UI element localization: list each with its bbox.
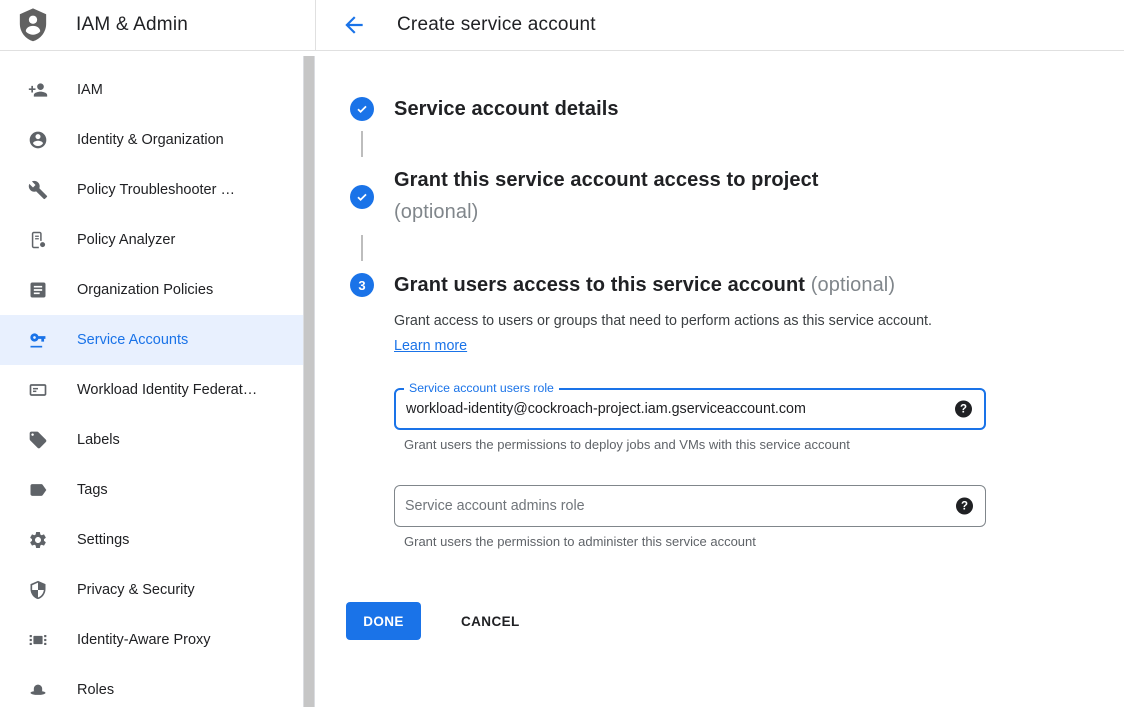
header-product-section: IAM & Admin	[0, 0, 316, 50]
sidebar-scrollbar[interactable]	[303, 56, 315, 707]
admins-role-helper-text: Grant users the permission to administer…	[404, 534, 756, 549]
step3-number: 3	[358, 278, 365, 293]
step3-title: Grant users access to this service accou…	[394, 269, 1094, 301]
back-arrow-icon[interactable]	[341, 12, 367, 38]
step2-title-text: Grant this service account access to pro…	[394, 169, 819, 191]
sidebar-item-workload-identity-federation[interactable]: Workload Identity Federat…	[0, 365, 303, 415]
sidebar-item-labels[interactable]: Labels	[0, 415, 303, 465]
sidebar-item-tags[interactable]: Tags	[0, 465, 303, 515]
sidebar-item-label: Service Accounts	[77, 332, 188, 348]
sidebar-item-label: IAM	[77, 82, 103, 98]
badge-card-icon	[28, 380, 48, 400]
sidebar-item-label: Identity & Organization	[77, 132, 224, 148]
gcp-console-window: IAM & Admin Create service account IAM I…	[0, 0, 1124, 707]
main-content: Service account details Grant this servi…	[316, 51, 1124, 707]
admins-role-input[interactable]	[395, 486, 985, 526]
sidebar-item-iam[interactable]: IAM	[0, 65, 303, 115]
sidebar-item-label: Roles	[77, 682, 114, 698]
app-header: IAM & Admin Create service account	[0, 0, 1124, 51]
gear-icon	[28, 530, 48, 550]
help-icon[interactable]: ?	[956, 498, 973, 515]
sidebar-item-label: Identity-Aware Proxy	[77, 632, 211, 648]
help-icon[interactable]: ?	[955, 401, 972, 418]
step1-completed-check-icon	[350, 97, 374, 121]
sidebar-item-label: Labels	[77, 432, 120, 448]
step2-title: Grant this service account access to pro…	[394, 164, 969, 228]
iam-admin-shield-icon	[16, 7, 50, 43]
step3-number-icon: 3	[350, 273, 374, 297]
sidebar-item-label: Settings	[77, 532, 129, 548]
app-title: IAM & Admin	[76, 14, 188, 36]
sidebar-item-service-accounts[interactable]: Service Accounts	[0, 315, 303, 365]
account-circle-icon	[28, 130, 48, 150]
stepper-connector	[361, 235, 363, 261]
users-role-input[interactable]	[396, 390, 984, 428]
done-button[interactable]: DONE	[346, 602, 421, 640]
document-gear-icon	[28, 230, 48, 250]
wrench-icon	[28, 180, 48, 200]
sidebar-item-policy-analyzer[interactable]: Policy Analyzer	[0, 215, 303, 265]
page-title: Create service account	[397, 14, 596, 36]
label-arrow-icon	[28, 480, 48, 500]
sidebar-item-label: Organization Policies	[77, 282, 213, 298]
step3-title-text: Grant users access to this service accou…	[394, 274, 805, 296]
step2-completed-check-icon	[350, 185, 374, 209]
sidebar-item-organization-policies[interactable]: Organization Policies	[0, 265, 303, 315]
hat-icon	[28, 680, 48, 700]
learn-more-link[interactable]: Learn more	[394, 338, 467, 354]
sidebar-item-roles[interactable]: Roles	[0, 665, 303, 707]
shield-half-icon	[28, 580, 48, 600]
step2-optional-text: (optional)	[394, 201, 478, 223]
proxy-icon	[28, 630, 48, 650]
sidebar-nav: IAM Identity & Organization Policy Troub…	[0, 51, 303, 707]
sidebar-item-privacy-security[interactable]: Privacy & Security	[0, 565, 303, 615]
sidebar-item-label: Workload Identity Federat…	[77, 382, 257, 398]
sidebar-item-label: Policy Troubleshooter …	[77, 182, 235, 198]
step1-title: Service account details	[394, 93, 619, 125]
users-role-helper-text: Grant users the permissions to deploy jo…	[404, 437, 850, 452]
step3-description: Grant access to users or groups that nee…	[394, 309, 956, 359]
sidebar-item-label: Policy Analyzer	[77, 232, 175, 248]
sidebar-item-label: Tags	[77, 482, 108, 498]
action-buttons: DONE CANCEL	[346, 602, 532, 640]
sidebar-item-settings[interactable]: Settings	[0, 515, 303, 565]
step3-optional-text: (optional)	[811, 274, 895, 296]
step3-description-text: Grant access to users or groups that nee…	[394, 313, 932, 329]
admins-role-field: ?	[394, 485, 986, 527]
key-icon	[28, 330, 48, 350]
sidebar-item-policy-troubleshooter[interactable]: Policy Troubleshooter …	[0, 165, 303, 215]
header-page-section: Create service account	[316, 0, 1124, 50]
sidebar-item-identity-aware-proxy[interactable]: Identity-Aware Proxy	[0, 615, 303, 665]
person-add-icon	[28, 80, 48, 100]
cancel-button[interactable]: CANCEL	[449, 614, 532, 629]
stepper-connector	[361, 131, 363, 157]
tag-icon	[28, 430, 48, 450]
sidebar-item-identity-organization[interactable]: Identity & Organization	[0, 115, 303, 165]
users-role-field: Service account users role ?	[394, 388, 986, 430]
article-icon	[28, 280, 48, 300]
sidebar-item-label: Privacy & Security	[77, 582, 195, 598]
